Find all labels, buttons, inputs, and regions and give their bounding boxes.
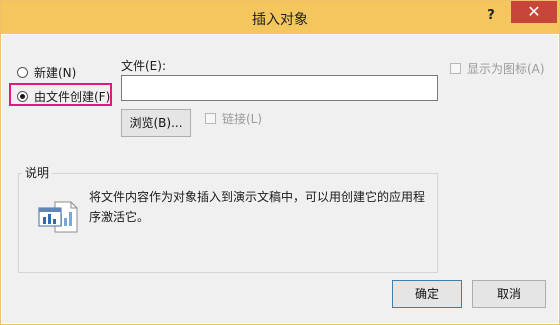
close-icon: ✕: [527, 2, 541, 21]
file-object-icon: [37, 200, 81, 234]
radio-create-from-file-label: 由文件创建(F): [34, 90, 111, 104]
display-as-icon-checkbox[interactable]: 显示为图标(A): [450, 60, 545, 77]
insert-object-dialog: 插入对象 ? ✕ 新建(N) 由文件创建(F) 文件(E): 浏览(B)... …: [0, 0, 560, 325]
cancel-button[interactable]: 取消: [472, 280, 546, 308]
dialog-title: 插入对象: [252, 12, 308, 28]
description-title: 说明: [22, 164, 53, 181]
radio-circle-checked: [17, 91, 28, 102]
browse-button[interactable]: 浏览(B)...: [121, 109, 191, 137]
file-path-input[interactable]: [121, 75, 438, 101]
radio-circle: [17, 67, 28, 78]
help-button[interactable]: ?: [477, 5, 505, 27]
title-bar: 插入对象 ? ✕: [1, 1, 559, 34]
dialog-body: 新建(N) 由文件创建(F) 文件(E): 浏览(B)... 链接(L) 显示为…: [2, 35, 558, 323]
radio-create-new[interactable]: 新建(N): [17, 64, 76, 81]
display-as-icon-label: 显示为图标(A): [467, 62, 545, 76]
radio-create-from-file[interactable]: 由文件创建(F): [17, 88, 110, 105]
display-as-icon-box: [450, 63, 461, 74]
file-label: 文件(E):: [121, 59, 166, 73]
link-checkbox-box: [205, 113, 216, 124]
description-text: 将文件内容作为对象插入到演示文稿中，可以用创建它的应用程序激活它。: [89, 190, 426, 224]
ok-button[interactable]: 确定: [392, 280, 462, 308]
link-checkbox[interactable]: 链接(L): [205, 110, 262, 127]
close-button[interactable]: ✕: [511, 1, 557, 23]
link-checkbox-label: 链接(L): [222, 112, 263, 126]
radio-create-new-label: 新建(N): [34, 66, 77, 80]
